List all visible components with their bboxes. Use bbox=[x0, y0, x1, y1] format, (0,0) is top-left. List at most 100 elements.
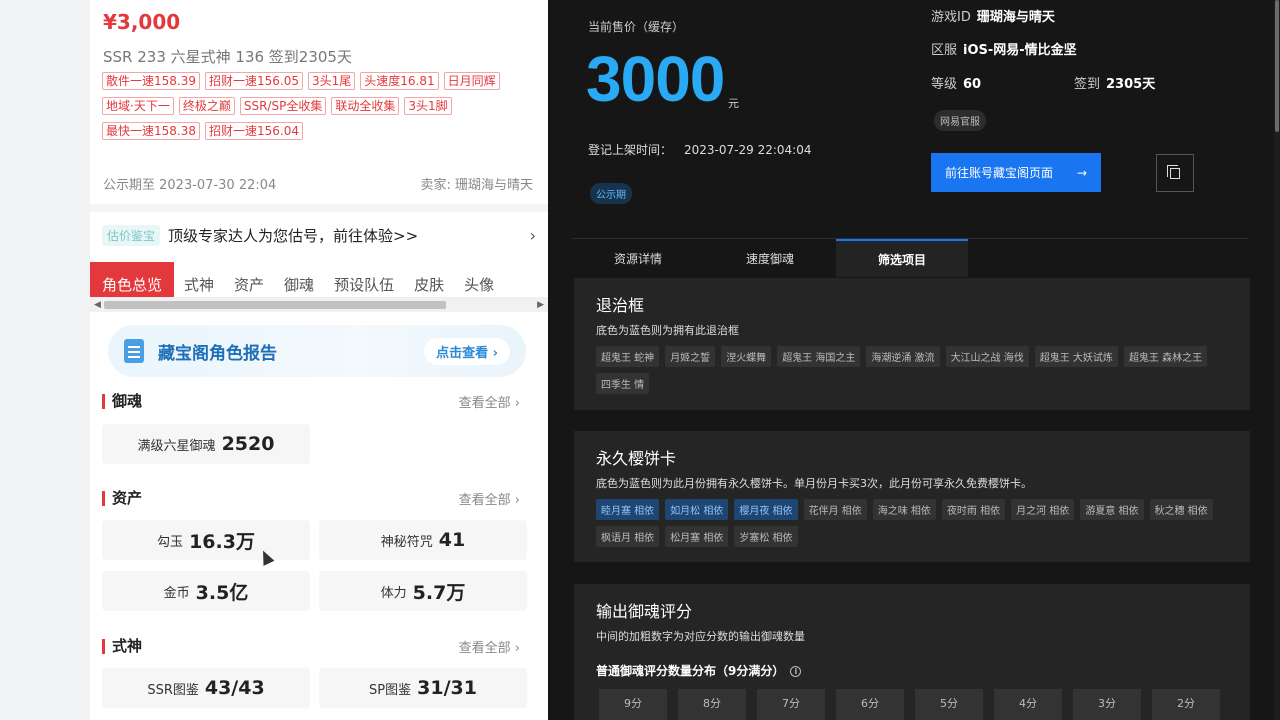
view-all-link[interactable]: 查看全部 › bbox=[459, 637, 520, 656]
report-icon bbox=[124, 339, 144, 363]
scroll-right-icon[interactable]: ▶ bbox=[537, 298, 544, 312]
vertical-scrollbar[interactable] bbox=[1274, 0, 1280, 720]
server-value: iOS-网易-情比金坚 bbox=[963, 43, 1077, 58]
tag-list: 散件一速158.39 招财一速156.05 3头1尾 头速度16.81 日月同辉… bbox=[102, 72, 532, 147]
stat-label: 勾玉 bbox=[157, 534, 184, 550]
sakura-chip: 松月塞 相依 bbox=[665, 526, 729, 547]
score-heading: 9分 bbox=[624, 697, 642, 710]
stat-card: 金币 3.5亿 bbox=[102, 571, 310, 611]
stat-label: 体力 bbox=[380, 585, 407, 601]
score-cell: 3分59 bbox=[1073, 689, 1141, 720]
section-title: 式神 bbox=[102, 639, 142, 654]
detail-tabs: 资源详情 速度御魂 筛选项目 bbox=[572, 238, 1248, 277]
game-id-row: 游戏ID 珊瑚海与晴天 bbox=[931, 6, 1055, 25]
stat-value: 5.7万 bbox=[412, 581, 466, 604]
score-heading: 3分 bbox=[1098, 697, 1116, 710]
distribution-title-text: 普通御魂评分数量分布（9分满分） bbox=[596, 664, 785, 678]
sakura-chip: 岁塞松 相依 bbox=[734, 526, 798, 547]
stat-card: 体力 5.7万 bbox=[319, 571, 527, 611]
frame-chip: 海潮逆涌 激流 bbox=[866, 346, 940, 367]
report-view-button[interactable]: 点击查看 › bbox=[424, 337, 510, 365]
stat-card: 神秘符咒 41 bbox=[319, 520, 527, 560]
sakura-chip: 花伴月 相依 bbox=[803, 499, 867, 520]
stat-card: SSR图鉴 43/43 bbox=[102, 668, 310, 708]
tab-shishen[interactable]: 式神 bbox=[174, 262, 224, 297]
frame-chip: 四季生 情 bbox=[596, 373, 650, 394]
view-all-link[interactable]: 查看全部 › bbox=[459, 489, 520, 508]
tab-resource-details[interactable]: 资源详情 bbox=[572, 239, 704, 277]
tag: 招财一速156.05 bbox=[205, 72, 303, 90]
checkin-label: 签到 bbox=[1074, 77, 1101, 92]
arrow-right-icon: → bbox=[1076, 165, 1087, 180]
tag: 地域·天下一 bbox=[102, 97, 174, 115]
divider bbox=[90, 204, 548, 212]
tab-yuhun[interactable]: 御魂 bbox=[274, 262, 324, 297]
goto-button-label: 前往账号藏宝阁页面 bbox=[945, 166, 1054, 180]
score-heading: 4分 bbox=[1019, 697, 1037, 710]
tab-filter-items[interactable]: 筛选项目 bbox=[836, 239, 968, 277]
info-icon[interactable]: i bbox=[790, 666, 802, 677]
frame-chip: 大江山之战 海伐 bbox=[945, 346, 1029, 367]
score-cell: 9分5 bbox=[599, 689, 667, 720]
stat-label: 神秘符咒 bbox=[380, 534, 433, 550]
section-title: 御魂 bbox=[102, 394, 142, 409]
goto-treasure-page-button[interactable]: 前往账号藏宝阁页面 → bbox=[931, 153, 1101, 192]
tab-overview[interactable]: 角色总览 bbox=[90, 262, 175, 297]
frames-card: 退治框 底色为蓝色则为拥有此退治框 超鬼王 蛇神 月姬之誓 涅火蝶舞 超鬼王 海… bbox=[574, 278, 1250, 410]
chevron-right-icon: › bbox=[529, 225, 536, 245]
sakura-card: 永久樱饼卡 底色为蓝色则为此月份拥有永久樱饼卡。单月份月卡买3次，此月份可享永久… bbox=[574, 431, 1250, 562]
sakura-chip: 海之味 相依 bbox=[872, 499, 936, 520]
tab-skins[interactable]: 皮肤 bbox=[404, 262, 454, 297]
score-card: 输出御魂评分 中间的加粗数字为对应分数的输出御魂数量 普通御魂评分数量分布（9分… bbox=[574, 584, 1250, 720]
tab-assets[interactable]: 资产 bbox=[224, 262, 274, 297]
sakura-chip: 睦月塞 相依 bbox=[596, 499, 660, 520]
frame-chip: 超鬼王 蛇神 bbox=[596, 346, 660, 367]
sakura-chip: 游夏意 相依 bbox=[1080, 499, 1144, 520]
score-cell: 8分46 bbox=[678, 689, 746, 720]
sakura-chip: 枫语月 相依 bbox=[596, 526, 660, 547]
server-label: 区服 bbox=[931, 43, 958, 58]
checkin-row: 签到 2305天 bbox=[1074, 73, 1155, 92]
score-cells: 9分5 8分46 7分124 6分153 5分111 4分82 3分59 2分4… bbox=[596, 689, 1228, 720]
stat-label: 金币 bbox=[163, 585, 190, 601]
copy-button[interactable] bbox=[1156, 154, 1194, 192]
account-summary: SSR 233 六星式神 136 签到2305天 bbox=[103, 48, 352, 66]
frame-chip: 月姬之誓 bbox=[665, 346, 716, 367]
stat-card: 勾玉 16.3万 bbox=[102, 520, 310, 560]
stat-card: 满级六星御魂 2520 bbox=[102, 424, 310, 464]
promo-text: 顶级专家达人为您估号，前往体验>> bbox=[168, 226, 419, 245]
tab-avatar[interactable]: 头像 bbox=[454, 262, 504, 297]
tag: 终极之巅 bbox=[178, 97, 235, 115]
scrollbar-thumb[interactable] bbox=[104, 301, 446, 309]
tab-preset-team[interactable]: 预设队伍 bbox=[324, 262, 404, 297]
server-row: 区服 iOS-网易-情比金坚 bbox=[931, 39, 1077, 58]
public-until: 公示期至 2023-07-30 22:04 bbox=[103, 178, 277, 193]
appraisal-promo[interactable]: 估价鉴宝 顶级专家达人为您估号，前往体验>> › bbox=[90, 212, 548, 258]
role-report-banner[interactable]: 藏宝阁角色报告 点击查看 › bbox=[108, 325, 526, 377]
level-row: 等级 60 bbox=[931, 73, 981, 92]
tag: 头速度16.81 bbox=[360, 72, 439, 90]
scrollbar-thumb[interactable] bbox=[1275, 0, 1279, 132]
copy-icon bbox=[1167, 164, 1180, 179]
section-yuhun-header: 御魂 查看全部 › bbox=[102, 392, 520, 411]
score-cell: 4分82 bbox=[994, 689, 1062, 720]
view-all-link[interactable]: 查看全部 › bbox=[459, 392, 520, 411]
level-value: 60 bbox=[963, 77, 982, 92]
stat-value: 41 bbox=[438, 529, 466, 551]
seller-name[interactable]: 卖家: 珊瑚海与晴天 bbox=[420, 174, 533, 193]
horizontal-scrollbar[interactable]: ◀ ▶ bbox=[90, 298, 548, 312]
game-id-value: 珊瑚海与晴天 bbox=[976, 10, 1055, 25]
tab-speed-yuhun[interactable]: 速度御魂 bbox=[704, 239, 836, 277]
scroll-left-icon[interactable]: ◀ bbox=[94, 298, 101, 312]
listed-label: 登记上架时间： bbox=[588, 143, 673, 157]
stat-label: SP图鉴 bbox=[369, 682, 412, 698]
tag: SSR/SP全收集 bbox=[239, 97, 327, 115]
mobile-listing-page: ¥3,000 SSR 233 六星式神 136 签到2305天 散件一速158.… bbox=[90, 0, 548, 720]
current-price: 3000 bbox=[586, 43, 725, 115]
report-title: 藏宝阁角色报告 bbox=[158, 343, 277, 364]
price-label: 当前售价（缓存） bbox=[588, 20, 685, 34]
sakura-chip: 夜时雨 相依 bbox=[941, 499, 1006, 520]
card-title: 永久樱饼卡 bbox=[596, 449, 677, 468]
score-cell: 2分40 bbox=[1152, 689, 1220, 720]
tag: 联动全收集 bbox=[331, 97, 400, 115]
